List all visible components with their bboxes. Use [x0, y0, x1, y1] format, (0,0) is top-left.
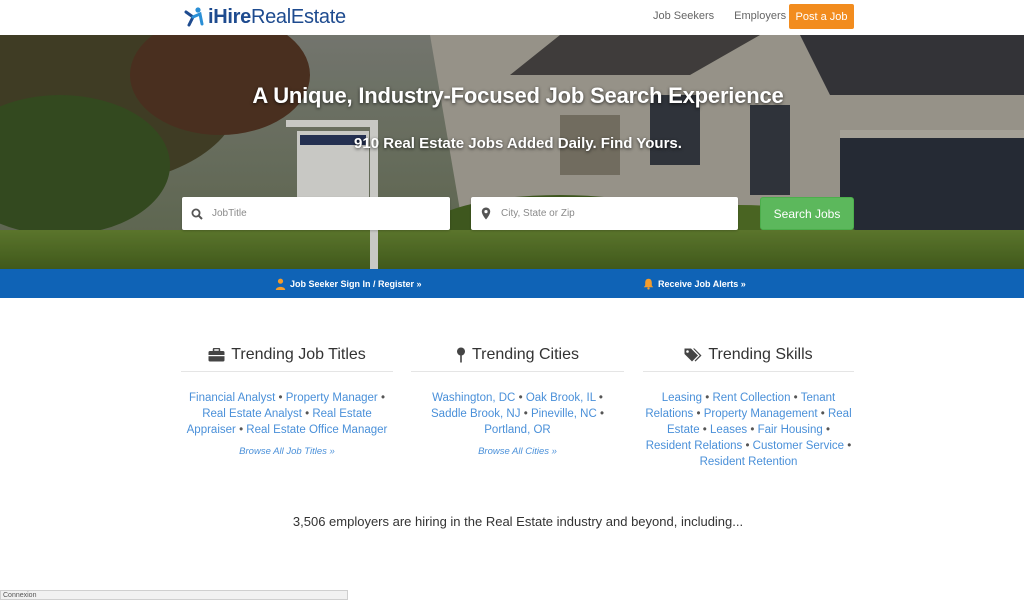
trending-skills: Trending Skills Leasing • Rent Collectio… [643, 338, 854, 470]
signin-register-link[interactable]: Job Seeker Sign In / Register » [275, 269, 422, 298]
house-background-image [0, 35, 1024, 269]
browse-job-titles: Browse All Job Titles » [181, 446, 393, 457]
post-job-button[interactable]: Post a Job [789, 4, 854, 29]
trending-job-titles-list: Financial Analyst • Property Manager • R… [186, 392, 388, 436]
browse-cities-link[interactable]: Browse All Cities » [478, 446, 557, 457]
action-bar: Job Seeker Sign In / Register » Receive … [0, 269, 1024, 298]
city-link[interactable]: Portland, OR [484, 424, 550, 436]
hero-subtitle: 910 Real Estate Jobs Added Daily. Find Y… [354, 135, 682, 152]
browse-cities: Browse All Cities » [411, 446, 624, 457]
site-header: iHireRealEstate Job Seekers Employers Po… [0, 0, 1024, 35]
skill-link[interactable]: Customer Service [753, 440, 844, 452]
skill-link[interactable]: Fair Housing [758, 424, 823, 436]
employers-headline: 3,506 employers are hiring in the Real E… [292, 514, 744, 529]
nav-job-seekers[interactable]: Job Seekers [643, 4, 724, 29]
job-title-link[interactable]: Real Estate Analyst [202, 408, 302, 420]
signin-register-label: Job Seeker Sign In / Register » [290, 278, 422, 289]
skill-link[interactable]: Property Management [704, 408, 818, 420]
briefcase-icon [208, 347, 225, 361]
site-logo[interactable]: iHireRealEstate [183, 4, 346, 30]
skill-link[interactable]: Rent Collection [712, 392, 790, 404]
location-field[interactable] [471, 197, 738, 230]
search-jobs-button[interactable]: Search Jobs [760, 197, 854, 230]
trending-job-titles: Trending Job Titles Financial Analyst • … [181, 338, 393, 457]
top-nav: Job Seekers Employers [643, 4, 796, 29]
trending-cities-list: Washington, DC • Oak Brook, IL • Saddle … [431, 392, 604, 436]
search-icon [182, 208, 212, 220]
trending-cities: Trending Cities Washington, DC • Oak Bro… [411, 338, 624, 457]
logo-figure-icon [184, 7, 204, 27]
job-title-link[interactable]: Financial Analyst [189, 392, 275, 404]
city-link[interactable]: Oak Brook, IL [526, 392, 596, 404]
city-link[interactable]: Washington, DC [432, 392, 515, 404]
trending-skills-heading: Trending Skills [643, 338, 854, 372]
map-pin-icon [456, 347, 465, 362]
hero-banner: A Unique, Industry-Focused Job Search Ex… [0, 35, 1024, 269]
city-link[interactable]: Saddle Brook, NJ [431, 408, 521, 420]
map-marker-icon [471, 207, 501, 220]
job-title-input[interactable] [212, 208, 432, 219]
hero-title: A Unique, Industry-Focused Job Search Ex… [252, 83, 784, 108]
job-title-field[interactable] [182, 197, 450, 230]
job-alerts-label: Receive Job Alerts » [658, 278, 746, 289]
tags-icon [684, 348, 702, 361]
status-bar: Connexion [0, 590, 348, 600]
skill-link[interactable]: Resident Retention [700, 456, 798, 468]
job-title-link[interactable]: Property Manager [286, 392, 378, 404]
trending-skills-list: Leasing • Rent Collection • Tenant Relat… [645, 392, 852, 468]
trending-job-titles-heading: Trending Job Titles [181, 338, 393, 372]
skill-link[interactable]: Leasing [662, 392, 702, 404]
logo-text: iHireRealEstate [208, 5, 346, 28]
job-title-link[interactable]: Real Estate Office Manager [246, 424, 387, 436]
skill-link[interactable]: Leases [710, 424, 747, 436]
bell-icon [643, 278, 654, 290]
trending-cities-heading: Trending Cities [411, 338, 624, 372]
skill-link[interactable]: Resident Relations [646, 440, 743, 452]
user-icon [275, 278, 286, 290]
nav-employers[interactable]: Employers [724, 4, 796, 29]
location-input[interactable] [501, 208, 721, 219]
browse-job-titles-link[interactable]: Browse All Job Titles » [239, 446, 335, 457]
city-link[interactable]: Pineville, NC [531, 408, 597, 420]
job-alerts-link[interactable]: Receive Job Alerts » [643, 269, 746, 298]
